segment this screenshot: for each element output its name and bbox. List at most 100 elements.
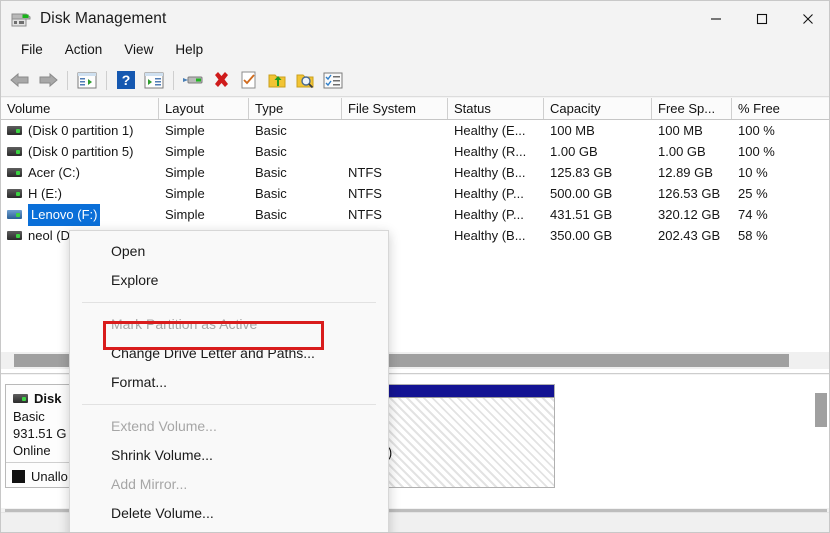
volume-cell[interactable]: H (E:) bbox=[1, 184, 159, 204]
volume-cell[interactable]: (Disk 0 partition 5) bbox=[1, 142, 159, 162]
cell-type: Basic bbox=[255, 143, 287, 159]
volume-cell[interactable]: Lenovo (F:) bbox=[1, 203, 159, 226]
list-properties-icon[interactable] bbox=[320, 67, 346, 93]
cell-status: Healthy (B... bbox=[454, 227, 526, 243]
drive-icon bbox=[7, 126, 22, 135]
unallocated-label: Unallo bbox=[31, 469, 68, 484]
minimize-button[interactable] bbox=[693, 1, 739, 37]
cell-pctfree: 25 % bbox=[738, 185, 768, 201]
drive-icon bbox=[7, 168, 22, 177]
context-menu-separator bbox=[82, 302, 376, 303]
forward-arrow-icon[interactable] bbox=[35, 67, 61, 93]
cell-type: Basic bbox=[255, 206, 287, 222]
cell-fs: NTFS bbox=[348, 206, 382, 222]
disk-icon bbox=[13, 394, 28, 403]
cell-pctfree: 58 % bbox=[738, 227, 768, 243]
column-header-file-system[interactable]: File System bbox=[342, 98, 448, 119]
table-row[interactable]: H (E:) Simple Basic NTFS Healthy (P... 500.00… bbox=[1, 183, 829, 204]
cell-fs: NTFS bbox=[348, 185, 382, 201]
title-bar: Disk Management bbox=[1, 1, 829, 37]
close-button[interactable] bbox=[785, 1, 829, 37]
cell-capacity: 350.00 GB bbox=[550, 227, 613, 243]
context-menu-item[interactable]: Delete Volume... bbox=[70, 499, 388, 528]
volume-cell[interactable]: Acer (C:) bbox=[1, 163, 159, 183]
cell-layout: Simple bbox=[165, 122, 205, 138]
rescan-disks-icon[interactable] bbox=[180, 67, 206, 93]
cell-capacity: 431.51 GB bbox=[550, 206, 613, 222]
cell-fs: NTFS bbox=[348, 164, 382, 180]
column-header-type[interactable]: Type bbox=[249, 98, 342, 119]
column-header-capacity[interactable]: Capacity bbox=[544, 98, 652, 119]
cell-pctfree: 100 % bbox=[738, 143, 775, 159]
unallocated-swatch bbox=[12, 470, 25, 483]
menu-item-help[interactable]: Help bbox=[164, 39, 214, 61]
unallocated-legend: Unallo bbox=[12, 469, 68, 484]
drive-icon bbox=[7, 147, 22, 156]
volume-name: (Disk 0 partition 1) bbox=[28, 122, 134, 138]
cell-status: Healthy (B... bbox=[454, 164, 526, 180]
show-console-tree-icon[interactable] bbox=[74, 67, 100, 93]
show-action-pane-icon[interactable] bbox=[141, 67, 167, 93]
context-menu-item[interactable]: Explore bbox=[70, 266, 388, 295]
toolbar: ? bbox=[1, 64, 829, 97]
back-arrow-icon[interactable] bbox=[7, 67, 33, 93]
cell-status: Healthy (R... bbox=[454, 143, 527, 159]
drive-icon bbox=[7, 231, 22, 240]
volume-name: Lenovo (F:) bbox=[28, 203, 101, 226]
cell-pctfree: 74 % bbox=[738, 206, 768, 222]
window-controls bbox=[693, 1, 829, 37]
window-title: Disk Management bbox=[40, 10, 167, 27]
properties-check-icon[interactable] bbox=[236, 67, 262, 93]
table-row[interactable]: (Disk 0 partition 5) Simple Basic Healthy (… bbox=[1, 141, 829, 162]
cell-layout: Simple bbox=[165, 143, 205, 159]
cell-capacity: 500.00 GB bbox=[550, 185, 613, 201]
menu-item-file[interactable]: File bbox=[10, 39, 54, 61]
cell-layout: Simple bbox=[165, 185, 205, 201]
context-menu-item[interactable]: Format... bbox=[70, 368, 388, 397]
status-bar-segment bbox=[314, 513, 829, 532]
cell-status: Healthy (E... bbox=[454, 122, 526, 138]
toolbar-separator bbox=[173, 70, 174, 90]
cell-free: 12.89 GB bbox=[658, 164, 713, 180]
toolbar-separator bbox=[67, 70, 68, 90]
cell-type: Basic bbox=[255, 164, 287, 180]
delete-icon[interactable] bbox=[208, 67, 234, 93]
cell-capacity: 125.83 GB bbox=[550, 164, 613, 180]
table-row[interactable]: (Disk 0 partition 1) Simple Basic Healthy (… bbox=[1, 120, 829, 141]
context-menu-item[interactable]: Open bbox=[70, 237, 388, 266]
column-header-status[interactable]: Status bbox=[448, 98, 544, 119]
table-row[interactable]: Lenovo (F:) Simple Basic NTFS Healthy (P... 4… bbox=[1, 203, 829, 226]
cell-type: Basic bbox=[255, 122, 287, 138]
column-header-percent-free[interactable]: % Free bbox=[732, 98, 827, 119]
context-menu: Open Explore Mark Partition as Active Chang… bbox=[69, 230, 389, 532]
column-header-volume[interactable]: Volume bbox=[1, 98, 159, 119]
cell-pctfree: 10 % bbox=[738, 164, 768, 180]
menu-item-action[interactable]: Action bbox=[54, 39, 114, 61]
volume-name: (Disk 0 partition 5) bbox=[28, 143, 134, 159]
cell-pctfree: 100 % bbox=[738, 122, 775, 138]
maximize-button[interactable] bbox=[739, 1, 785, 37]
cell-capacity: 1.00 GB bbox=[550, 143, 598, 159]
column-header-free-space[interactable]: Free Sp... bbox=[652, 98, 732, 119]
volume-list-body: (Disk 0 partition 1) Simple Basic Healthy (… bbox=[1, 120, 829, 246]
table-row[interactable]: Acer (C:) Simple Basic NTFS Healthy (B... 125… bbox=[1, 162, 829, 183]
drive-icon bbox=[7, 189, 22, 198]
menu-item-view[interactable]: View bbox=[113, 39, 164, 61]
cell-status: Healthy (P... bbox=[454, 206, 524, 222]
context-menu-separator bbox=[82, 404, 376, 405]
help-icon[interactable]: ? bbox=[113, 67, 139, 93]
search-folder-icon[interactable] bbox=[292, 67, 318, 93]
context-menu-item[interactable]: Change Drive Letter and Paths... bbox=[70, 339, 388, 368]
refresh-folder-icon[interactable] bbox=[264, 67, 290, 93]
volume-name: H (E:) bbox=[28, 185, 62, 201]
vertical-scrollbar-thumb[interactable] bbox=[815, 393, 827, 427]
cell-free: 202.43 GB bbox=[658, 227, 721, 243]
volume-cell[interactable]: (Disk 0 partition 1) bbox=[1, 121, 159, 141]
cell-type: Basic bbox=[255, 185, 287, 201]
disk-name: Disk bbox=[34, 391, 62, 406]
drive-icon bbox=[7, 210, 22, 219]
cell-free: 320.12 GB bbox=[658, 206, 721, 222]
context-menu-item[interactable]: Shrink Volume... bbox=[70, 441, 388, 470]
column-header-layout[interactable]: Layout bbox=[159, 98, 249, 119]
cell-capacity: 100 MB bbox=[550, 122, 595, 138]
